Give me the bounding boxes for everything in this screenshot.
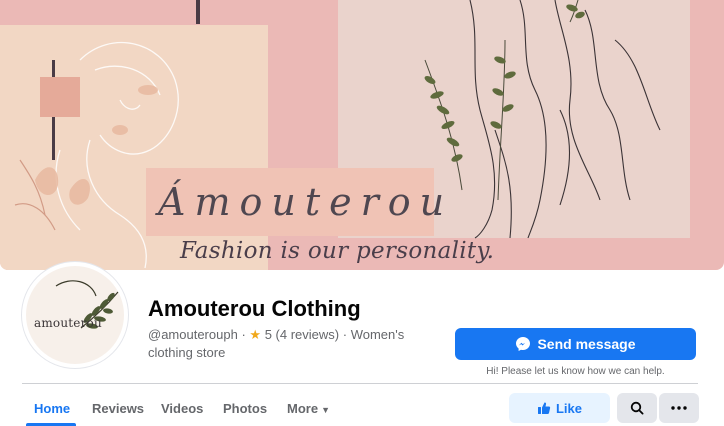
more-options-button[interactable] <box>659 393 699 423</box>
tab-reviews[interactable]: Reviews <box>92 401 144 416</box>
search-icon <box>630 401 644 415</box>
avatar[interactable]: amouterou <box>22 262 128 368</box>
meta-separator: · <box>241 327 246 342</box>
rating-link[interactable]: 5 (4 reviews) <box>265 327 339 342</box>
cover-photo[interactable]: Ámouterou Fashion is our personality. <box>0 0 724 270</box>
page-meta: @amouterouph · ★ 5 (4 reviews) · Women's… <box>148 326 438 362</box>
cover-tagline: Fashion is our personality. <box>180 238 495 264</box>
send-message-note: Hi! Please let us know how we can help. <box>486 366 665 377</box>
page-title[interactable]: Amouterou Clothing <box>148 296 361 322</box>
like-label: Like <box>555 400 582 416</box>
tab-more[interactable]: More ▼ <box>287 401 330 416</box>
caret-down-icon: ▼ <box>321 405 330 415</box>
tab-more-label: More <box>287 401 319 416</box>
more-dots-icon <box>671 406 687 410</box>
send-message-button[interactable]: Send message <box>455 328 696 360</box>
avatar-logo-text: amouterou <box>34 316 102 330</box>
like-button[interactable]: Like <box>509 393 610 423</box>
send-message-label: Send message <box>537 336 636 352</box>
tab-home[interactable]: Home <box>34 401 70 416</box>
search-button[interactable] <box>617 393 657 423</box>
star-icon: ★ <box>249 327 262 342</box>
thumbs-up-icon <box>537 402 551 414</box>
page-handle[interactable]: @amouterouph <box>148 327 238 342</box>
meta-separator: · <box>342 327 348 342</box>
tab-photos[interactable]: Photos <box>223 401 267 416</box>
section-divider <box>22 383 698 384</box>
messenger-icon <box>516 337 531 351</box>
tab-videos[interactable]: Videos <box>161 401 203 416</box>
cover-brand-text: Ámouterou <box>158 180 454 224</box>
